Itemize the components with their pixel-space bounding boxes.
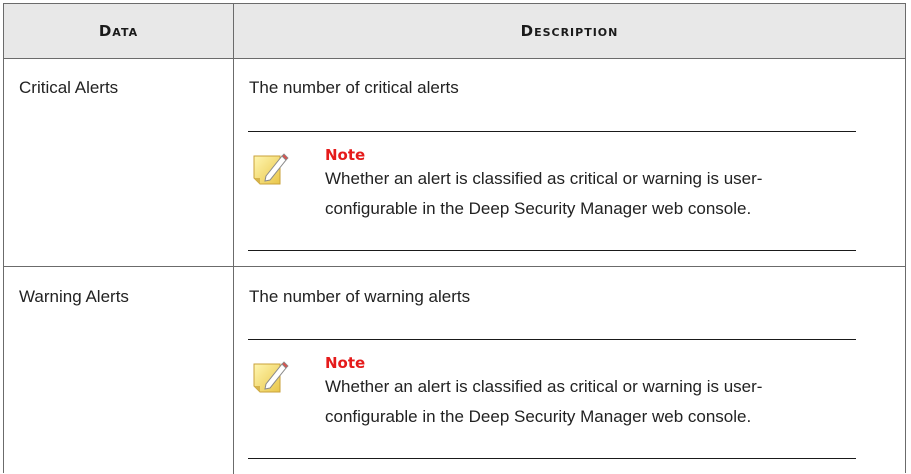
row-warning-alerts-description: The number of warning alerts: [249, 287, 471, 306]
row-critical-alerts-description: The number of critical alerts: [249, 78, 459, 97]
column-divider: [233, 4, 234, 474]
note-bottom-rule: [248, 250, 856, 251]
note-title: Note: [325, 146, 366, 164]
note-block: Note Whether an alert is classified as c…: [248, 131, 906, 251]
note-top-rule: [248, 339, 856, 340]
note-top-rule: [248, 131, 856, 132]
data-table: Data Description Critical Alerts The num…: [3, 3, 906, 474]
note-body: Whether an alert is classified as critic…: [325, 169, 763, 218]
note-body: Whether an alert is classified as critic…: [325, 377, 763, 426]
note-pencil-icon: [252, 150, 290, 188]
note-bottom-rule: [248, 458, 856, 459]
row-critical-alerts-data: Critical Alerts: [19, 78, 119, 97]
row-separator: [4, 266, 905, 267]
table-header-row: Data Description: [4, 4, 905, 59]
note-pencil-icon: [252, 358, 290, 396]
column-header-data: Data: [98, 22, 139, 40]
column-header-description: Description: [520, 22, 619, 40]
row-warning-alerts-data: Warning Alerts: [19, 287, 129, 306]
note-title: Note: [325, 354, 366, 372]
note-block: Note Whether an alert is classified as c…: [248, 339, 906, 459]
